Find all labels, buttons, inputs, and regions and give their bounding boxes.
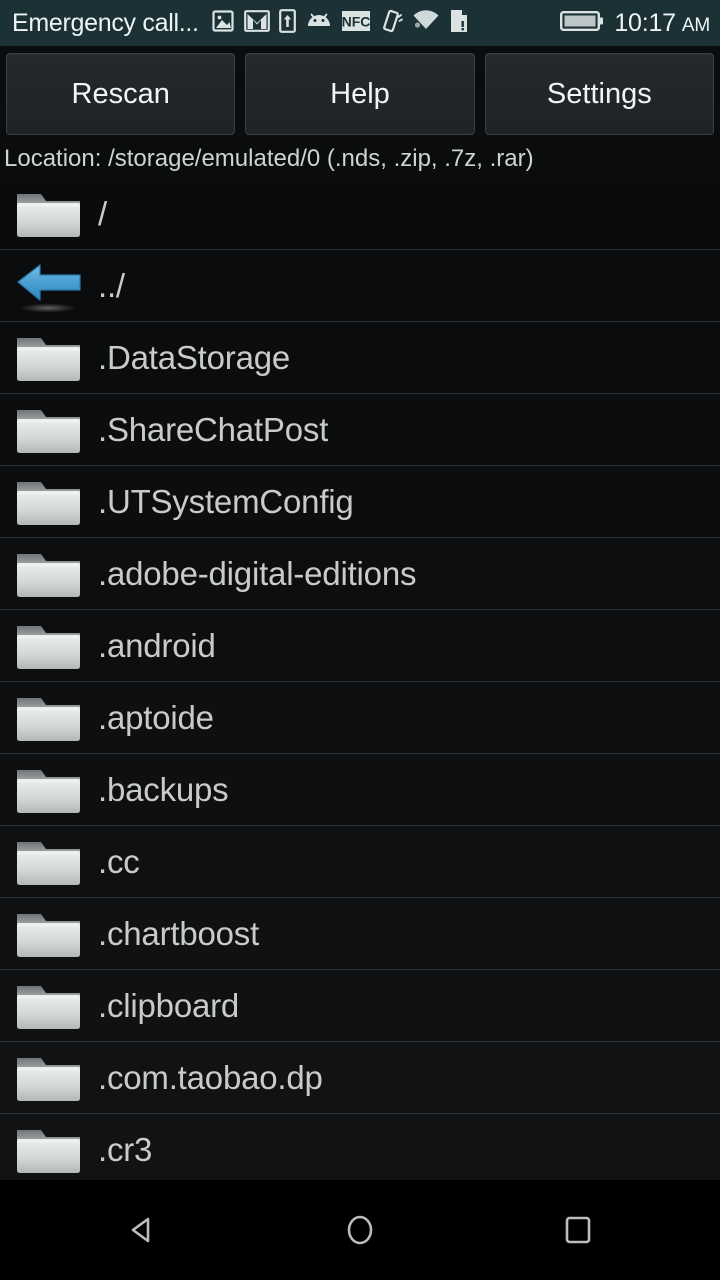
- file-list-row[interactable]: .chartboost: [0, 898, 720, 970]
- folder-icon: [14, 1122, 98, 1178]
- folder-icon: [14, 618, 98, 674]
- file-list-row[interactable]: .UTSystemConfig: [0, 466, 720, 538]
- file-list-row[interactable]: .cr3: [0, 1114, 720, 1180]
- file-list-row[interactable]: .adobe-digital-editions: [0, 538, 720, 610]
- folder-icon: [14, 906, 98, 962]
- folder-icon: [14, 474, 98, 530]
- upload-icon: [278, 8, 296, 38]
- file-list-row[interactable]: .backups: [0, 754, 720, 826]
- svg-text:NFC: NFC: [342, 13, 370, 29]
- status-bar-icons: NFC: [211, 8, 469, 38]
- file-name-label: .chartboost: [98, 914, 260, 952]
- status-bar-right: 10:17 AM: [560, 9, 710, 38]
- battery-icon: [560, 9, 604, 38]
- toolbar: Rescan Help Settings: [0, 46, 720, 140]
- folder-icon: [14, 978, 98, 1034]
- file-name-label: .cc: [98, 842, 140, 880]
- folder-icon: [14, 330, 98, 386]
- file-name-label: .cr3: [98, 1131, 153, 1168]
- file-list-row[interactable]: .DataStorage: [0, 322, 720, 394]
- gmail-icon: [243, 9, 270, 37]
- vibrate-icon: [379, 9, 403, 38]
- file-name-label: ../: [98, 266, 125, 304]
- file-list-row[interactable]: .clipboard: [0, 970, 720, 1042]
- settings-button[interactable]: Settings: [484, 53, 714, 135]
- back-arrow-icon: [14, 257, 98, 315]
- file-list-row[interactable]: ../: [0, 250, 720, 322]
- folder-icon: [14, 834, 98, 890]
- phone-screen: Emergency call... NFC 10:17 AM Rescan He…: [0, 0, 720, 1280]
- folder-icon: [14, 546, 98, 602]
- status-bar: Emergency call... NFC 10:17 AM: [0, 0, 720, 46]
- folder-icon: [14, 762, 98, 818]
- file-list-row[interactable]: .android: [0, 610, 720, 682]
- file-list-row[interactable]: .aptoide: [0, 682, 720, 754]
- help-button[interactable]: Help: [245, 53, 475, 135]
- wifi-icon: [412, 9, 440, 37]
- file-list-row[interactable]: .cc: [0, 826, 720, 898]
- file-name-label: /: [98, 194, 107, 232]
- file-name-label: .UTSystemConfig: [98, 482, 354, 520]
- file-name-label: .ShareChatPost: [98, 410, 329, 448]
- file-list[interactable]: / ../ .DataStorage .ShareChatPost .UTSystemC…: [0, 178, 720, 1180]
- file-name-label: .com.taobao.dp: [98, 1058, 323, 1096]
- status-notification-text: Emergency call...: [12, 8, 199, 37]
- file-name-label: .clipboard: [98, 986, 240, 1024]
- clock-time: 10:17: [614, 8, 676, 37]
- status-clock: 10:17 AM: [614, 9, 710, 38]
- file-name-label: .aptoide: [98, 698, 214, 736]
- file-name-label: .adobe-digital-editions: [98, 554, 417, 592]
- photo-icon: [211, 9, 235, 38]
- rescan-button[interactable]: Rescan: [6, 53, 236, 135]
- back-icon[interactable]: [107, 1195, 177, 1265]
- android-icon: [305, 12, 333, 35]
- file-name-label: .android: [98, 626, 216, 664]
- home-icon[interactable]: [325, 1195, 395, 1265]
- file-name-label: .DataStorage: [98, 338, 291, 376]
- folder-icon: [14, 690, 98, 746]
- clock-ampm: AM: [681, 14, 710, 36]
- file-name-label: .backups: [98, 770, 229, 808]
- android-navigation-bar: [0, 1180, 720, 1280]
- file-list-row[interactable]: .ShareChatPost: [0, 394, 720, 466]
- file-list-row[interactable]: /: [0, 178, 720, 250]
- location-label: Location: /storage/emulated/0 (.nds, .zi…: [0, 140, 720, 178]
- folder-icon: [14, 1050, 98, 1106]
- sd-card-alert-icon: [449, 9, 469, 38]
- recents-icon[interactable]: [543, 1195, 613, 1265]
- file-list-row[interactable]: .com.taobao.dp: [0, 1042, 720, 1114]
- nfc-icon: NFC: [341, 10, 370, 37]
- folder-icon: [14, 402, 98, 458]
- folder-icon: [14, 186, 98, 242]
